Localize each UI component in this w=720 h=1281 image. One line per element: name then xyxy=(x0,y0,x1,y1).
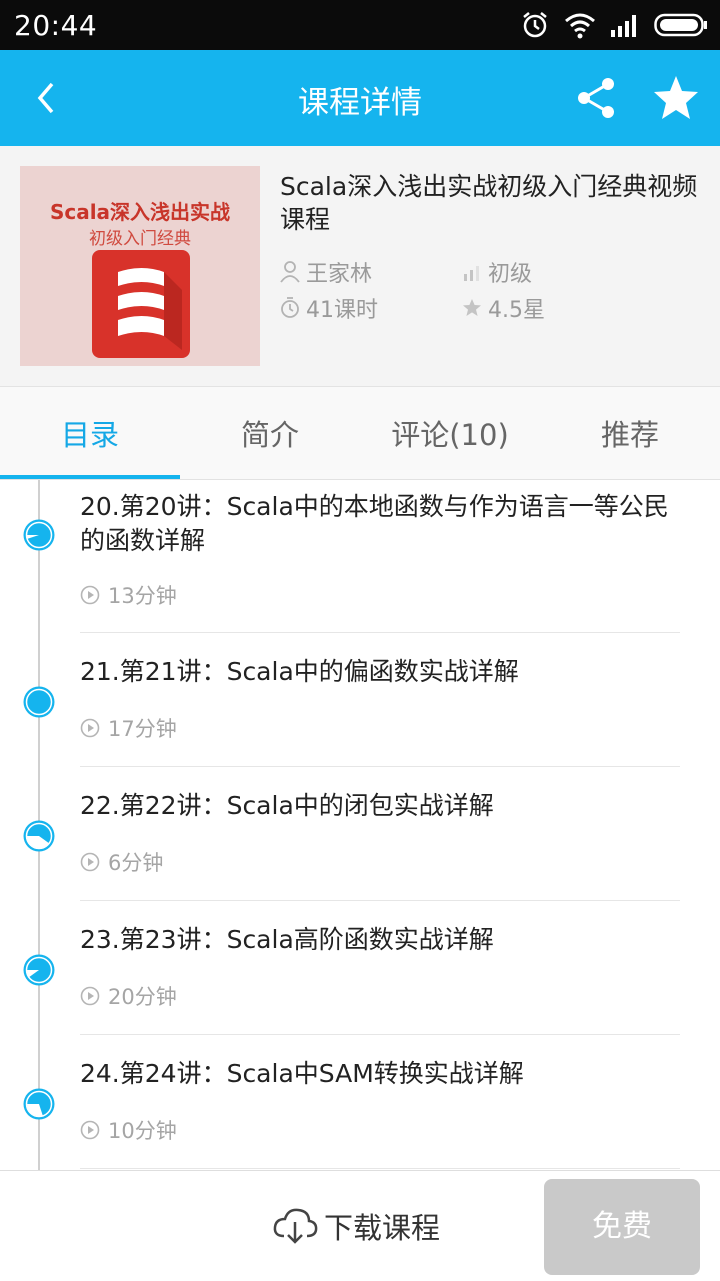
play-icon xyxy=(80,986,100,1006)
signal-icon xyxy=(611,15,636,37)
progress-circle-icon xyxy=(23,1088,55,1120)
lesson-title: 22.第22讲：Scala中的闭包实战详解 xyxy=(80,791,494,820)
progress-circle-icon xyxy=(23,820,55,852)
star-icon xyxy=(654,76,698,119)
lesson-duration: 6分钟 xyxy=(80,847,163,877)
course-header: Scala深入浅出实战 初级入门经典 Scala深入浅出实战初级入门经典视频课程… xyxy=(0,146,720,387)
course-rating: 4.5星 xyxy=(488,298,545,323)
rating-meta: 4.5星 xyxy=(462,292,545,324)
lesson-duration: 17分钟 xyxy=(80,713,177,743)
course-title: Scala深入浅出实战初级入门经典视频课程 xyxy=(280,172,698,234)
hours-meta: 41课时 xyxy=(280,292,378,324)
scala-logo-icon xyxy=(92,250,190,358)
lesson-title: 23.第23讲：Scala高阶函数实战详解 xyxy=(80,925,494,954)
person-icon xyxy=(280,261,300,283)
play-icon xyxy=(80,1120,100,1140)
course-level: 初级 xyxy=(488,262,533,287)
progress-circle-icon xyxy=(23,686,55,718)
wifi-icon xyxy=(565,13,595,39)
duration-text: 20分钟 xyxy=(108,985,177,1009)
download-course-button[interactable]: 下载课程 xyxy=(272,1193,440,1259)
level-meta: 初级 xyxy=(462,256,532,288)
teacher-name: 王家林 xyxy=(306,262,373,287)
bottom-bar: 下载课程 免费 xyxy=(0,1170,720,1281)
thumbnail-subtitle: 初级入门经典 xyxy=(89,229,191,249)
progress-circle-icon xyxy=(23,954,55,986)
tab-catalog[interactable]: 目录 xyxy=(0,387,180,479)
divider xyxy=(80,1168,680,1169)
lesson-list[interactable]: 20.第20讲：Scala中的本地函数与作为语言一等公民的函数详解 13分钟 2… xyxy=(0,480,720,1170)
level-bars-icon xyxy=(464,266,479,281)
download-label: 下载课程 xyxy=(324,1211,441,1245)
divider xyxy=(80,1034,680,1035)
free-button[interactable]: 免费 xyxy=(544,1179,700,1275)
status-icons xyxy=(520,8,708,42)
lesson-title: 20.第20讲：Scala中的本地函数与作为语言一等公民的函数详解 xyxy=(80,492,669,555)
rating-star-icon xyxy=(463,299,481,316)
share-icon xyxy=(578,78,614,118)
tab-bar: 目录 简介 评论(10) 推荐 xyxy=(0,387,720,480)
progress-circle-icon xyxy=(23,519,55,551)
play-icon xyxy=(80,585,100,605)
divider xyxy=(80,900,680,901)
tab-recommend[interactable]: 推荐 xyxy=(540,387,720,479)
duration-text: 6分钟 xyxy=(108,851,164,875)
course-hours: 41课时 xyxy=(306,298,378,323)
lesson-title: 21.第21讲：Scala中的偏函数实战详解 xyxy=(80,657,519,686)
share-button[interactable] xyxy=(572,74,620,122)
divider xyxy=(80,766,680,767)
thumbnail-title: Scala深入浅出实战 xyxy=(49,200,231,224)
favorite-button[interactable] xyxy=(650,72,702,124)
tab-intro[interactable]: 简介 xyxy=(180,387,360,479)
tab-comments[interactable]: 评论(10) xyxy=(360,387,540,479)
play-icon xyxy=(80,852,100,872)
teacher-meta: 王家林 xyxy=(280,256,372,288)
battery-icon xyxy=(654,13,707,37)
duration-text: 17分钟 xyxy=(108,717,177,741)
course-thumbnail[interactable]: Scala深入浅出实战 初级入门经典 xyxy=(20,166,260,366)
lesson-duration: 10分钟 xyxy=(80,1115,177,1145)
status-bar: 20:44 xyxy=(0,0,720,50)
divider xyxy=(80,632,680,633)
lesson-duration: 20分钟 xyxy=(80,981,177,1011)
timer-icon xyxy=(281,297,299,318)
tab-indicator xyxy=(0,475,180,479)
duration-text: 13分钟 xyxy=(108,584,177,608)
lesson-duration: 13分钟 xyxy=(80,580,177,610)
lesson-title: 24.第24讲：Scala中SAM转换实战详解 xyxy=(80,1059,524,1088)
play-icon xyxy=(80,718,100,738)
alarm-icon xyxy=(523,12,547,38)
status-time: 20:44 xyxy=(14,9,98,42)
app-bar: 课程详情 xyxy=(0,50,720,146)
cloud-download-icon xyxy=(273,1208,318,1244)
duration-text: 10分钟 xyxy=(108,1119,177,1143)
